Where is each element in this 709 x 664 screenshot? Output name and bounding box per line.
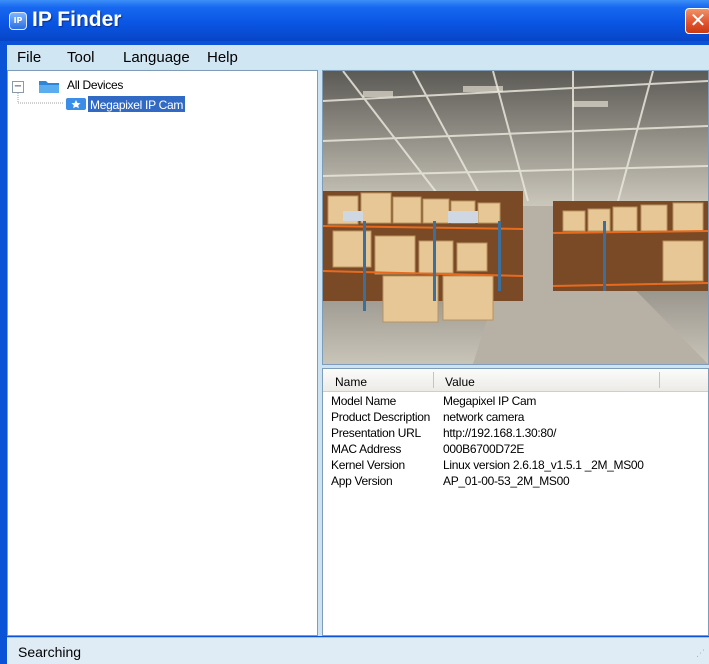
tree-expander[interactable]: − — [12, 81, 24, 93]
menu-bar: File Tool Language Help — [7, 45, 709, 69]
details-list[interactable]: Name Value Model Name Megapixel IP Cam P… — [322, 368, 709, 636]
menu-help[interactable]: Help — [207, 49, 238, 66]
status-bar: Searching — [7, 637, 709, 664]
menu-language[interactable]: Language — [123, 49, 190, 66]
list-header: Name Value — [323, 369, 708, 392]
camera-preview — [322, 70, 709, 365]
close-button[interactable]: ✕ — [685, 8, 709, 34]
tree-item-selected[interactable]: Megapixel IP Cam — [88, 96, 186, 112]
row-name: Product Description — [331, 410, 431, 424]
row-name: MAC Address — [331, 442, 402, 456]
warehouse-camera-snapshot — [323, 71, 708, 364]
row-value: Megapixel IP Cam — [443, 394, 537, 408]
row-name: App Version — [331, 474, 393, 488]
row-value: Linux version 2.6.18_v1.5.1 _2M_MS00 — [443, 458, 644, 472]
menu-tool[interactable]: Tool — [67, 49, 95, 66]
column-divider[interactable] — [433, 372, 434, 388]
tree-root-label[interactable]: All Devices — [67, 78, 123, 92]
column-header-value[interactable]: Value — [445, 375, 475, 389]
row-name: Presentation URL — [331, 426, 421, 440]
camera-device-icon — [66, 98, 86, 110]
row-name: Kernel Version — [331, 458, 405, 472]
menu-file[interactable]: File — [17, 49, 41, 66]
table-row[interactable]: Model Name Megapixel IP Cam — [323, 394, 708, 410]
title-bar[interactable]: IP IP Finder ✕ — [0, 0, 709, 41]
row-name: Model Name — [331, 394, 397, 408]
app-window: IP IP Finder ✕ File Tool Language Help −… — [0, 0, 709, 664]
table-row[interactable]: App Version AP_01-00-53_2M_MS00 — [323, 474, 708, 490]
column-header-name[interactable]: Name — [335, 375, 367, 389]
window-title: IP Finder — [32, 8, 122, 31]
device-tree[interactable]: − All Devices Megapixel IP Cam — [7, 70, 318, 636]
app-icon: IP — [9, 12, 27, 30]
tree-child-label: Megapixel IP Cam — [90, 98, 184, 112]
table-row[interactable]: Kernel Version Linux version 2.6.18_v1.5… — [323, 458, 708, 474]
row-value: AP_01-00-53_2M_MS00 — [443, 474, 570, 488]
row-value: 000B6700D72E — [443, 442, 525, 456]
resize-grip-icon[interactable]: ⋰ — [696, 649, 705, 659]
table-row[interactable]: Product Description network camera — [323, 410, 708, 426]
table-row[interactable]: MAC Address 000B6700D72E — [323, 442, 708, 458]
row-value: http://192.168.1.30:80/ — [443, 426, 557, 440]
folder-icon — [39, 81, 59, 93]
table-row[interactable]: Presentation URL http://192.168.1.30:80/ — [323, 426, 708, 442]
column-divider[interactable] — [659, 372, 660, 388]
row-value: network camera — [443, 410, 525, 424]
status-text: Searching — [18, 644, 82, 660]
